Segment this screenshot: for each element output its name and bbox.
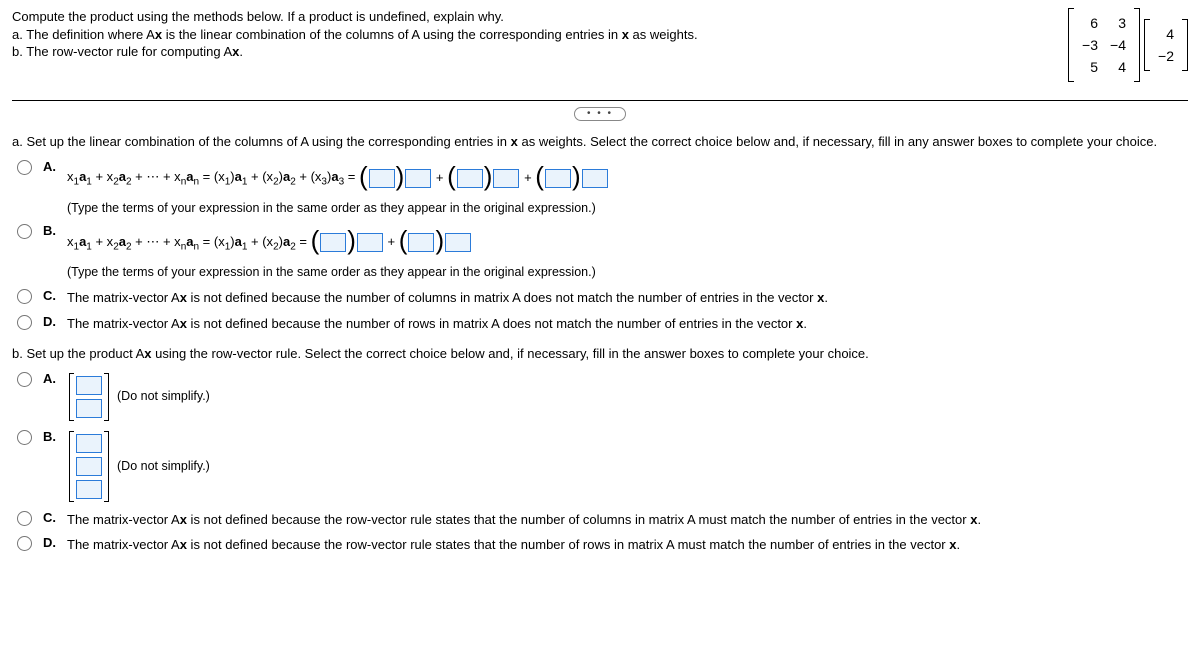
choice-a-B-formula: x1a1 + x2a2 + ⋯ + xnan = (x1)a1 + (x2)a2… — [67, 234, 311, 249]
x-bold-2: x — [622, 27, 629, 42]
label-b-D: D. — [43, 535, 59, 550]
answer-box[interactable] — [76, 399, 102, 418]
choice-b-C-text: The matrix-vector Ax is not defined beca… — [67, 510, 1188, 530]
choice-b-D-text: The matrix-vector Ax is not defined beca… — [67, 535, 1188, 555]
hint-b-B: (Do not simplify.) — [117, 457, 210, 476]
radio-b-B[interactable] — [17, 430, 32, 445]
answer-box[interactable] — [76, 434, 102, 453]
label-a-C: C. — [43, 288, 59, 303]
answer-box[interactable] — [545, 169, 571, 188]
hint-a-A: (Type the terms of your expression in th… — [67, 201, 596, 215]
prompt-line3a: b. The row-vector rule for computing A — [12, 44, 232, 59]
answer-box[interactable] — [76, 457, 102, 476]
part-a-prompt: a. Set up the linear combination of the … — [12, 133, 1188, 151]
choice-a-A-formula: x1a1 + x2a2 + ⋯ + xnan = (x1)a1 + (x2)a2… — [67, 169, 359, 184]
hint-b-A: (Do not simplify.) — [117, 387, 210, 406]
choice-a-C-text: The matrix-vector Ax is not defined beca… — [67, 288, 1188, 308]
answer-box[interactable] — [408, 233, 434, 252]
prompt-line3b: . — [239, 44, 243, 59]
matrix-expression: 63 −3−4 54 4 −2 — [1068, 8, 1188, 82]
matrix-A: 63 −3−4 54 — [1068, 8, 1140, 82]
choice-a-D-text: The matrix-vector Ax is not defined beca… — [67, 314, 1188, 334]
answer-box[interactable] — [357, 233, 383, 252]
answer-box[interactable] — [76, 480, 102, 499]
answer-box[interactable] — [445, 233, 471, 252]
label-a-B: B. — [43, 223, 59, 238]
radio-b-C[interactable] — [17, 511, 32, 526]
answer-box[interactable] — [582, 169, 608, 188]
question-prompt: Compute the product using the methods be… — [12, 8, 698, 61]
expand-pill[interactable]: • • • — [574, 107, 626, 121]
radio-a-B[interactable] — [17, 224, 32, 239]
label-b-B: B. — [43, 429, 59, 444]
answer-box[interactable] — [457, 169, 483, 188]
label-a-A: A. — [43, 159, 59, 174]
prompt-line1: Compute the product using the methods be… — [12, 9, 504, 24]
answer-box[interactable] — [320, 233, 346, 252]
radio-a-A[interactable] — [17, 160, 32, 175]
label-a-D: D. — [43, 314, 59, 329]
divider — [12, 100, 1188, 101]
answer-box[interactable] — [76, 376, 102, 395]
part-b-prompt: b. Set up the product Ax using the row-v… — [12, 345, 1188, 363]
prompt-line2b: is the linear combination of the columns… — [162, 27, 622, 42]
vector-x: 4 −2 — [1144, 19, 1188, 71]
label-b-A: A. — [43, 371, 59, 386]
answer-box[interactable] — [405, 169, 431, 188]
prompt-line2c: as weights. — [629, 27, 698, 42]
radio-a-D[interactable] — [17, 315, 32, 330]
matrix-answer-2x1 — [69, 373, 109, 421]
matrix-answer-3x1 — [69, 431, 109, 502]
hint-a-B: (Type the terms of your expression in th… — [67, 265, 596, 279]
label-b-C: C. — [43, 510, 59, 525]
radio-b-A[interactable] — [17, 372, 32, 387]
x-bold: x — [155, 27, 162, 42]
answer-box[interactable] — [493, 169, 519, 188]
radio-b-D[interactable] — [17, 536, 32, 551]
prompt-line2a: a. The definition where A — [12, 27, 155, 42]
radio-a-C[interactable] — [17, 289, 32, 304]
answer-box[interactable] — [369, 169, 395, 188]
